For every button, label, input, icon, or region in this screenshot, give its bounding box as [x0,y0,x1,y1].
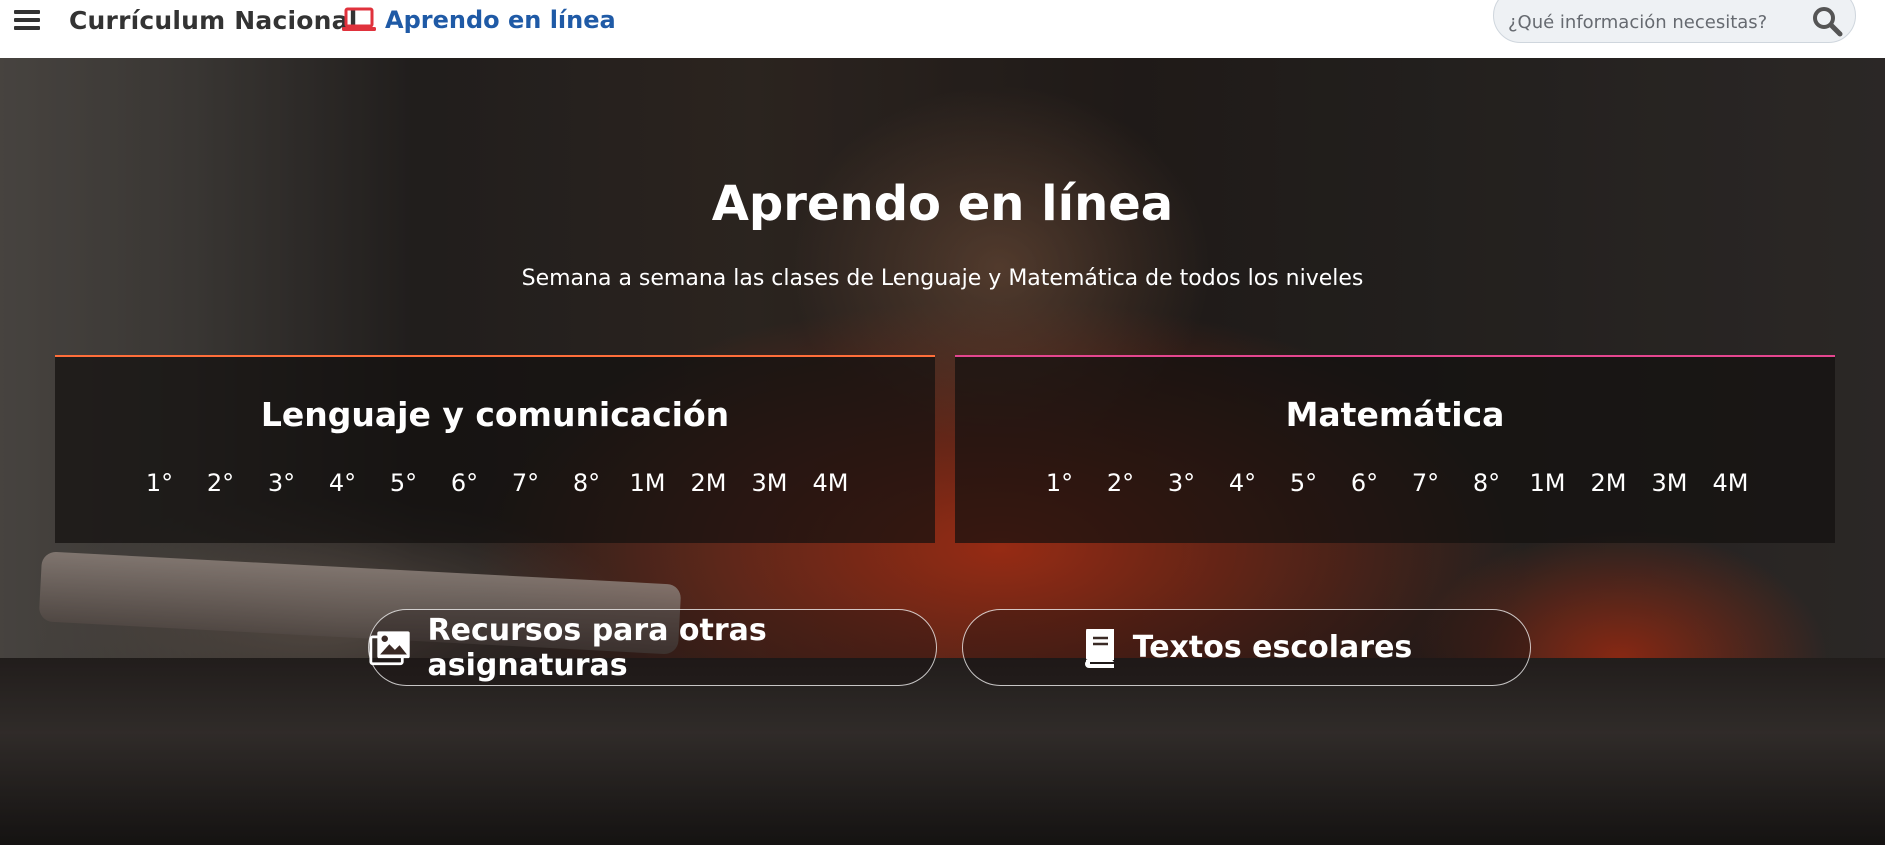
aprendo-link-label: Aprendo en línea [385,6,616,34]
lenguaje-grade-link[interactable]: 3M [739,469,800,497]
matematica-grade-link[interactable]: 5° [1273,469,1334,497]
matematica-grade-link[interactable]: 4° [1212,469,1273,497]
matematica-grade-link[interactable]: 1° [1029,469,1090,497]
matematica-grade-link[interactable]: 4M [1700,469,1761,497]
matematica-grade-link[interactable]: 2M [1578,469,1639,497]
hero-title: Aprendo en línea [711,176,1174,232]
matematica-grade-link[interactable]: 3° [1151,469,1212,497]
book-icon [1084,628,1114,668]
textos-button-label: Textos escolares [1132,630,1413,665]
lenguaje-grade-link[interactable]: 4° [312,469,373,497]
matematica-grade-link[interactable]: 2° [1090,469,1151,497]
matematica-grade-link[interactable]: 8° [1456,469,1517,497]
lenguaje-grade-link[interactable]: 5° [373,469,434,497]
search-icon[interactable] [1811,5,1843,37]
lenguaje-panel-title: Lenguaje y comunicación [260,395,730,434]
recursos-button-label: Recursos para otras asignaturas [427,612,767,683]
lenguaje-grade-links: 1° 2° 3° 4° 5° 6° 7° 8° 1M 2M 3M 4M [55,469,935,497]
lenguaje-grade-link[interactable]: 1° [129,469,190,497]
recursos-otras-asignaturas-button[interactable]: Recursos para otras asignaturas [368,609,937,686]
top-navigation-bar: Currículum Nacional Aprendo en línea [0,0,1885,58]
lenguaje-grade-link[interactable]: 7° [495,469,556,497]
lenguaje-grade-link[interactable]: 4M [800,469,861,497]
matematica-grade-link[interactable]: 7° [1395,469,1456,497]
aprendo-en-linea-link[interactable]: Aprendo en línea [341,6,616,34]
lenguaje-grade-link[interactable]: 3° [251,469,312,497]
lenguaje-grade-link[interactable]: 1M [617,469,678,497]
search-input[interactable] [1508,7,1798,37]
lenguaje-grade-link[interactable]: 8° [556,469,617,497]
matematica-grade-link[interactable]: 1M [1517,469,1578,497]
matematica-grade-links: 1° 2° 3° 4° 5° 6° 7° 8° 1M 2M 3M 4M [955,469,1835,497]
matematica-panel-title: Matemática [1285,395,1505,434]
lenguaje-grade-link[interactable]: 6° [434,469,495,497]
hero-banner: Aprendo en línea Semana a semana las cla… [0,58,1885,845]
textos-escolares-button[interactable]: Textos escolares [962,609,1531,686]
lenguaje-grade-link[interactable]: 2M [678,469,739,497]
images-icon [369,630,410,665]
lenguaje-panel: Lenguaje y comunicación 1° 2° 3° 4° 5° 6… [55,355,935,543]
matematica-grade-link[interactable]: 3M [1639,469,1700,497]
search-box [1493,0,1856,43]
matematica-panel: Matemática 1° 2° 3° 4° 5° 6° 7° 8° 1M 2M… [955,355,1835,543]
laptop-icon [342,7,376,31]
hamburger-menu-icon[interactable] [14,8,42,32]
hero-subtitle: Semana a semana las clases de Lenguaje y… [521,266,1364,291]
matematica-grade-link[interactable]: 6° [1334,469,1395,497]
site-brand[interactable]: Currículum Nacional [69,6,358,35]
lenguaje-grade-link[interactable]: 2° [190,469,251,497]
